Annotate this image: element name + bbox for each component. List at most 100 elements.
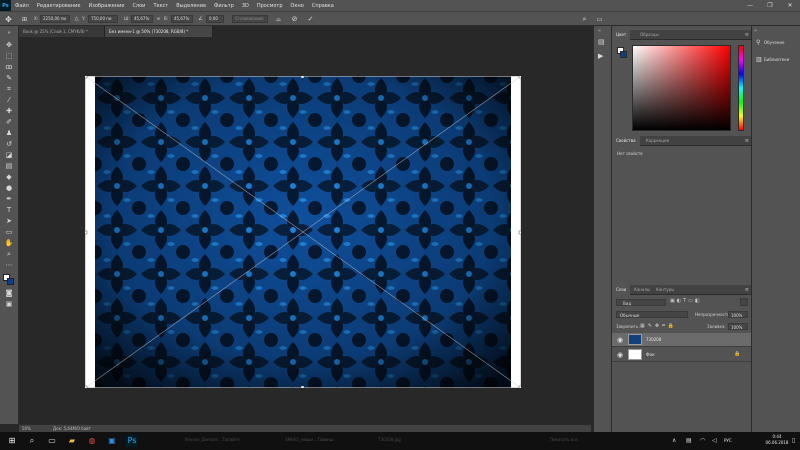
menu-layer[interactable]: Слои — [128, 3, 149, 9]
learn-collapse-icon[interactable]: » — [754, 28, 757, 34]
tab-paths[interactable]: Контуры — [652, 285, 678, 295]
menu-file[interactable]: Файл — [11, 3, 33, 9]
tab-swatches[interactable]: Образцы — [636, 30, 663, 40]
layer-filter-icons[interactable]: ▣◐T▭◧ — [670, 298, 702, 304]
menu-help[interactable]: Справка — [308, 3, 338, 9]
file-explorer-icon[interactable]: ▰ — [66, 435, 78, 447]
hand-tool-icon[interactable]: ✋ — [3, 238, 15, 248]
screen-mode-icon[interactable]: ▣ — [3, 299, 15, 309]
type-tool-icon[interactable]: T — [3, 205, 15, 215]
move-tool-preset-icon[interactable]: ✥ — [4, 15, 13, 24]
windows-start-icon[interactable]: ⊞ — [6, 435, 18, 447]
volume-icon[interactable]: ◁ — [712, 437, 717, 444]
menu-image[interactable]: Изображение — [84, 3, 128, 9]
warp-mode-icon[interactable]: ⌓ — [274, 15, 283, 24]
system-clock[interactable]: 0:44 06.06.2018 — [762, 434, 792, 446]
move-tool-icon[interactable]: ✥ — [3, 40, 15, 50]
y-field[interactable]: 750,00 пи — [88, 15, 118, 23]
link-icon[interactable]: ∞ — [154, 15, 163, 24]
background-color-swatch[interactable] — [7, 278, 14, 285]
width-field[interactable]: 45,67% — [131, 15, 153, 23]
panel-menu-icon[interactable]: ≡ — [745, 138, 749, 144]
pen-tool-icon[interactable]: ✒ — [3, 194, 15, 204]
more-tools-icon[interactable]: ⋯ — [3, 260, 15, 270]
search-icon[interactable]: ⌕ — [580, 15, 589, 24]
tab-channels[interactable]: Каналы — [630, 285, 654, 295]
history-brush-tool-icon[interactable]: ↺ — [3, 139, 15, 149]
eye-icon[interactable]: ◉ — [616, 351, 624, 359]
menu-3d[interactable]: 3D — [238, 3, 253, 9]
workspace-icon[interactable]: ▭ — [595, 15, 604, 24]
layer-row-730208[interactable]: ◉ 730208 — [612, 333, 752, 347]
tab-untitled[interactable]: Без имени-1 @ 50% (730208, RGB/8) * — [105, 26, 213, 37]
relative-position-icon[interactable]: △ — [72, 15, 81, 24]
network-icon[interactable]: ▤ — [686, 437, 692, 444]
maximize-button[interactable]: ❐ — [760, 0, 780, 11]
color-picker-field[interactable] — [632, 45, 731, 131]
eraser-tool-icon[interactable]: ◪ — [3, 150, 15, 160]
history-icon[interactable]: ▤ — [598, 38, 605, 46]
tab-properties[interactable]: Свойства — [612, 136, 640, 146]
reference-point-icon[interactable]: ⊞ — [20, 15, 29, 24]
tab-color[interactable]: Цвет — [612, 30, 631, 40]
search-icon[interactable]: ⌕ — [26, 435, 38, 447]
hue-slider[interactable] — [738, 45, 744, 131]
toolbar-collapse-icon[interactable]: » — [3, 28, 15, 38]
panel-menu-icon[interactable]: ≡ — [745, 287, 749, 293]
menu-window[interactable]: Окно — [287, 3, 308, 9]
path-select-tool-icon[interactable]: ➤ — [3, 216, 15, 226]
app-icon[interactable]: ▣ — [106, 435, 118, 447]
lock-icons[interactable]: ▦✎✥⌗🔒 — [640, 323, 677, 329]
close-button[interactable]: ✕ — [780, 0, 800, 11]
wifi-icon[interactable]: ◠ — [700, 437, 705, 444]
transform-bounding-box[interactable] — [85, 76, 521, 388]
tab-book[interactable]: Book @ 25% (Слой 1, CMYK/8) * — [19, 26, 105, 37]
angle-field[interactable]: 0,00 — [206, 15, 224, 23]
layer-filter-toggle[interactable] — [740, 298, 748, 306]
notifications-icon[interactable]: ▯ — [792, 437, 795, 444]
tab-adjustments[interactable]: Коррекция — [642, 136, 673, 146]
menu-type[interactable]: Текст — [149, 3, 172, 9]
layer-row-background[interactable]: ◉ Фон 🔒 — [612, 348, 752, 362]
strip-collapse-icon[interactable]: « — [598, 28, 601, 34]
brush-tool-icon[interactable]: ✐ — [3, 117, 15, 127]
interpolation-select[interactable]: Сглаживание — [232, 15, 268, 23]
actions-icon[interactable]: ▶ — [598, 52, 603, 60]
menu-filter[interactable]: Фильтр — [210, 3, 238, 9]
chrome-icon[interactable]: ◍ — [86, 435, 98, 447]
menu-view[interactable]: Просмотр — [253, 3, 287, 9]
crop-tool-icon[interactable]: ⌗ — [3, 84, 15, 94]
zoom-level[interactable]: 50% — [22, 426, 31, 431]
tray-chevron-icon[interactable]: ∧ — [672, 437, 676, 444]
fill-field[interactable]: 100% — [728, 323, 748, 330]
blend-mode-select[interactable]: Обычные — [616, 311, 688, 318]
dodge-tool-icon[interactable]: ● — [3, 183, 15, 193]
blur-tool-icon[interactable]: ◆ — [3, 172, 15, 182]
opacity-field[interactable]: 100% — [728, 311, 748, 318]
photoshop-taskbar-icon[interactable]: Ps — [126, 435, 138, 447]
minimize-button[interactable]: — — [740, 0, 760, 11]
panel-menu-icon[interactable]: ≡ — [745, 32, 749, 38]
zoom-tool-icon[interactable]: ⌕ — [3, 249, 15, 259]
eyedropper-tool-icon[interactable]: ⁄ — [3, 95, 15, 105]
menu-select[interactable]: Выделение — [172, 3, 210, 9]
quick-select-tool-icon[interactable]: ✎ — [3, 73, 15, 83]
task-view-icon[interactable]: ▭ — [46, 435, 58, 447]
gradient-tool-icon[interactable]: ▤ — [3, 161, 15, 171]
learn-button[interactable]: ⚲ Обучение — [756, 36, 800, 48]
shape-tool-icon[interactable]: ▭ — [3, 227, 15, 237]
eye-icon[interactable]: ◉ — [616, 336, 624, 344]
healing-tool-icon[interactable]: ✚ — [3, 106, 15, 116]
x-field[interactable]: 2250,00 пи — [40, 15, 70, 23]
height-field[interactable]: 45,67% — [171, 15, 193, 23]
quick-mask-icon[interactable]: ◙ — [3, 288, 15, 298]
lasso-tool-icon[interactable]: ꝏ — [3, 62, 15, 72]
menu-edit[interactable]: Редактирование — [33, 3, 85, 9]
language-indicator[interactable]: РУС — [724, 438, 732, 443]
stamp-tool-icon[interactable]: ♟ — [3, 128, 15, 138]
commit-icon[interactable]: ✓ — [306, 15, 315, 24]
document-info[interactable]: Док: 5,64М/0 байт — [53, 426, 91, 431]
marquee-tool-icon[interactable]: ⬚ — [3, 51, 15, 61]
tab-layers[interactable]: Слои — [612, 285, 631, 295]
libraries-button[interactable]: ▥ Библиотеки — [756, 53, 800, 65]
